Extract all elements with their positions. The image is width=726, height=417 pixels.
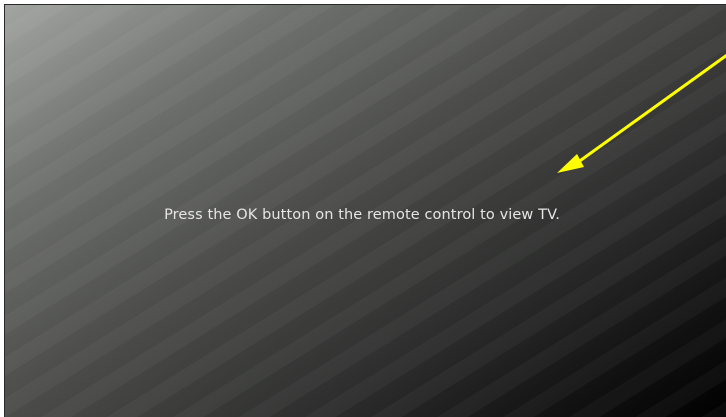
tv-window: Press the OK button on the remote contro… bbox=[0, 0, 726, 417]
tv-screen[interactable]: Press the OK button on the remote contro… bbox=[4, 4, 726, 417]
view-tv-instruction: Press the OK button on the remote contro… bbox=[164, 207, 560, 223]
arrow-shaft bbox=[568, 53, 726, 170]
arrow-head bbox=[557, 154, 584, 173]
